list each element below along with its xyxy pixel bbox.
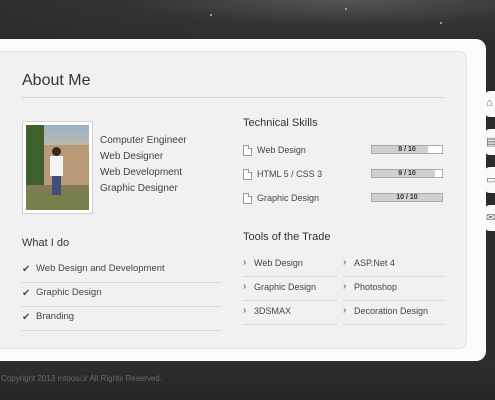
title-divider bbox=[22, 97, 444, 98]
mail-icon: ✉ bbox=[486, 212, 495, 224]
list-item: ✔ Branding bbox=[22, 307, 222, 331]
list-item-label: Branding bbox=[36, 311, 75, 322]
what-i-do-title: What I do bbox=[22, 237, 70, 249]
role-item: Web Development bbox=[100, 167, 183, 178]
skill-bar: 9 / 10 bbox=[371, 169, 443, 178]
checkmark-icon: ✔ bbox=[22, 312, 31, 323]
skill-bar: 8 / 10 bbox=[371, 145, 443, 154]
home-icon: ⌂ bbox=[486, 97, 493, 109]
chevron-right-icon: › bbox=[343, 281, 347, 292]
skill-bar: 10 / 10 bbox=[371, 193, 443, 202]
star-decoration bbox=[210, 14, 212, 16]
tool-item: › 3DSMAX bbox=[243, 301, 337, 325]
star-decoration bbox=[345, 8, 347, 10]
roles-list: Computer Engineer Web Designer Web Devel… bbox=[100, 133, 187, 197]
document-icon bbox=[243, 193, 252, 204]
chevron-right-icon: › bbox=[343, 305, 347, 316]
tool-label: ASP.Net 4 bbox=[354, 258, 395, 268]
chevron-right-icon: › bbox=[343, 257, 347, 268]
copyright-text: Copyright 2013 mtoosi.ir All Rights Rese… bbox=[1, 374, 162, 383]
tool-label: Photoshop bbox=[354, 282, 398, 292]
role-item: Web Designer bbox=[100, 151, 164, 162]
skill-name: Web Design bbox=[257, 145, 306, 155]
list-item-label: Web Design and Development bbox=[36, 263, 165, 274]
chevron-right-icon: › bbox=[243, 257, 247, 268]
list-item: ✔ Web Design and Development bbox=[22, 259, 222, 283]
tool-label: Decoration Design bbox=[354, 306, 429, 316]
document-icon: ▤ bbox=[486, 136, 495, 148]
profile-photo bbox=[22, 121, 93, 214]
tool-label: 3DSMAX bbox=[254, 306, 292, 316]
checkmark-icon: ✔ bbox=[22, 264, 31, 275]
tools-title: Tools of the Trade bbox=[243, 231, 331, 243]
tool-item: › Graphic Design bbox=[243, 277, 337, 301]
tool-item: › Web Design bbox=[243, 253, 337, 277]
star-decoration bbox=[440, 22, 442, 24]
skill-score: 10 / 10 bbox=[396, 194, 418, 201]
document-icon bbox=[243, 145, 252, 156]
role-item: Graphic Designer bbox=[100, 183, 178, 194]
checkmark-icon: ✔ bbox=[22, 288, 31, 299]
tool-item: › Decoration Design bbox=[343, 301, 444, 325]
skill-score: 8 / 10 bbox=[398, 146, 416, 153]
nav-home-button[interactable]: ⌂ bbox=[484, 91, 495, 117]
tool-label: Web Design bbox=[254, 258, 303, 268]
chevron-right-icon: › bbox=[243, 305, 247, 316]
document-icon bbox=[243, 169, 252, 180]
tool-item: › Photoshop bbox=[343, 277, 444, 301]
role-item: Computer Engineer bbox=[100, 135, 187, 146]
nav-contact-button[interactable]: ✉ bbox=[484, 205, 495, 231]
skill-row: Graphic Design 10 / 10 bbox=[243, 191, 445, 205]
skill-score: 9 / 10 bbox=[398, 170, 416, 177]
skill-row: Web Design 8 / 10 bbox=[243, 143, 445, 157]
skill-name: Graphic Design bbox=[257, 193, 320, 203]
nav-portfolio-button[interactable]: ▭ bbox=[484, 167, 495, 193]
monitor-icon: ▭ bbox=[486, 174, 495, 186]
skill-name: HTML 5 / CSS 3 bbox=[257, 169, 323, 179]
chevron-right-icon: › bbox=[243, 281, 247, 292]
page-title: About Me bbox=[22, 72, 91, 89]
list-item: ✔ Graphic Design bbox=[22, 283, 222, 307]
skill-row: HTML 5 / CSS 3 9 / 10 bbox=[243, 167, 445, 181]
nav-resume-button[interactable]: ▤ bbox=[484, 129, 495, 155]
technical-skills-title: Technical Skills bbox=[243, 117, 318, 129]
header-background bbox=[0, 0, 495, 40]
list-item-label: Graphic Design bbox=[36, 287, 102, 298]
tool-item: › ASP.Net 4 bbox=[343, 253, 444, 277]
tool-label: Graphic Design bbox=[254, 282, 317, 292]
